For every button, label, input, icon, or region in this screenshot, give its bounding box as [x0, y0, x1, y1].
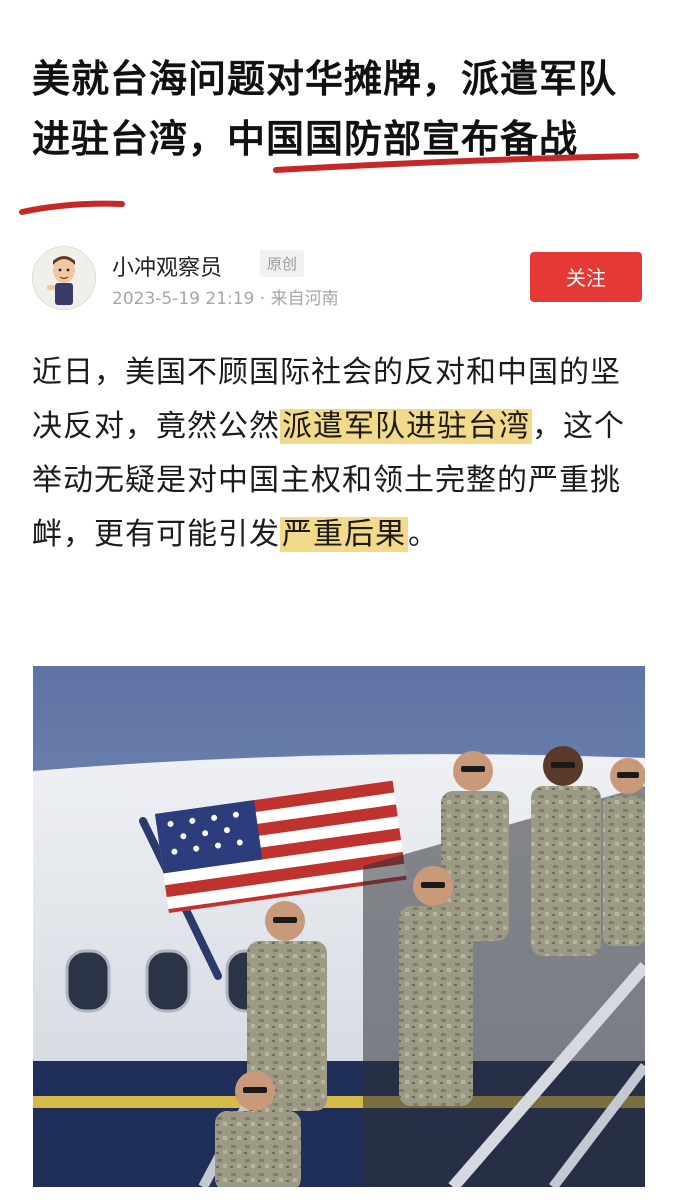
author-row: 小冲观察员 原创 2023-5-19 21:19 · 来自河南 关注 [32, 244, 648, 314]
photo-soldiers-deplaning-icon [33, 666, 645, 1187]
post-meta: 2023-5-19 21:19 · 来自河南 [112, 289, 339, 309]
article-title: 美就台海问题对华摊牌，派遣军队进驻台湾，中国国防部宣布备战 [32, 57, 618, 162]
avatar[interactable] [32, 246, 96, 310]
original-badge: 原创 [260, 250, 305, 277]
article-photo[interactable] [33, 666, 645, 1187]
follow-button[interactable]: 关注 [530, 252, 642, 302]
article-page: 美就台海问题对华摊牌，派遣军队进驻台湾，中国国防部宣布备战 小冲观察员 原创 2… [0, 0, 678, 1200]
author-name[interactable]: 小冲观察员 [112, 250, 222, 282]
paragraph-text-3: 。 [408, 517, 439, 552]
highlight-deploy-troops: 派遣军队进驻台湾 [280, 409, 532, 444]
article-paragraph: 近日，美国不顾国际社会的反对和中国的坚决反对，竟然公然派遣军队进驻台湾，这个举动… [32, 346, 646, 562]
highlight-serious-consequences: 严重后果 [280, 517, 408, 552]
cartoon-man-avatar-icon [33, 247, 95, 309]
